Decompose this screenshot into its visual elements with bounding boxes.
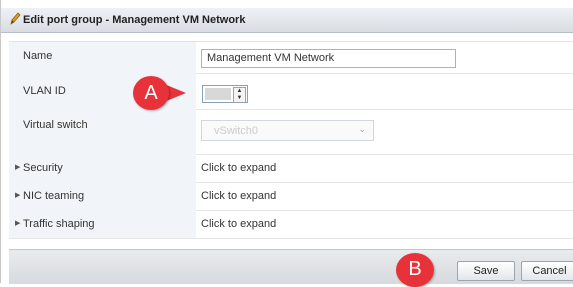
nic-teaming-row[interactable]: ▶ NIC teaming Click to expand	[9, 182, 573, 211]
name-label: Name	[23, 50, 53, 62]
expand-arrow-icon[interactable]: ▶	[15, 163, 20, 171]
vlan-id-label: VLAN ID	[23, 85, 66, 97]
security-label-cell: ▶ Security	[9, 154, 196, 182]
nic-teaming-label: NIC teaming	[23, 190, 85, 202]
cancel-button[interactable]: Cancel	[521, 261, 573, 281]
pencil-icon	[10, 12, 21, 25]
edit-port-group-dialog: Edit port group - Management VM Network …	[0, 0, 573, 284]
traffic-shaping-label: Traffic shaping	[23, 218, 95, 230]
vswitch-label: Virtual switch	[23, 119, 88, 131]
spinner-arrows-icon[interactable]: ▲ ▼	[233, 87, 246, 103]
security-expand-link[interactable]: Click to expand	[201, 162, 276, 174]
chevron-down-icon: ⌄	[358, 124, 366, 134]
name-row: Name Management VM Network	[9, 42, 573, 74]
traffic-shaping-row[interactable]: ▶ Traffic shaping Click to expand	[9, 210, 573, 239]
vlan-id-value	[205, 88, 231, 100]
expand-arrow-icon[interactable]: ▶	[15, 219, 20, 227]
dialog-footer: Save Cancel	[9, 249, 573, 284]
save-button[interactable]: Save	[457, 261, 515, 281]
vlan-id-spinner-input[interactable]: ▲ ▼	[202, 85, 248, 103]
virtual-switch-value: vSwitch0	[214, 125, 259, 137]
security-row[interactable]: ▶ Security Click to expand	[9, 154, 573, 183]
name-input[interactable]: Management VM Network	[201, 49, 456, 68]
nic-teaming-label-cell: ▶ NIC teaming	[9, 182, 196, 210]
traffic-shaping-label-cell: ▶ Traffic shaping	[9, 210, 196, 238]
port-group-form: Name Management VM Network VLAN ID Virtu…	[9, 41, 573, 239]
callout-a-marker: A	[133, 76, 169, 110]
virtual-switch-select[interactable]: vSwitch0 ⌄	[201, 120, 374, 141]
dialog-title: Edit port group - Management VM Network	[23, 14, 246, 26]
nic-teaming-expand-link[interactable]: Click to expand	[201, 190, 276, 202]
vswitch-label-cell: Virtual switch	[9, 109, 196, 154]
name-label-cell: Name	[9, 42, 196, 73]
expand-arrow-icon[interactable]: ▶	[15, 191, 20, 199]
dialog-titlebar: Edit port group - Management VM Network	[1, 8, 573, 33]
traffic-shaping-expand-link[interactable]: Click to expand	[201, 218, 276, 230]
callout-b-marker: B	[396, 253, 434, 287]
vlan-row: VLAN ID	[9, 73, 573, 110]
security-label: Security	[23, 162, 63, 174]
